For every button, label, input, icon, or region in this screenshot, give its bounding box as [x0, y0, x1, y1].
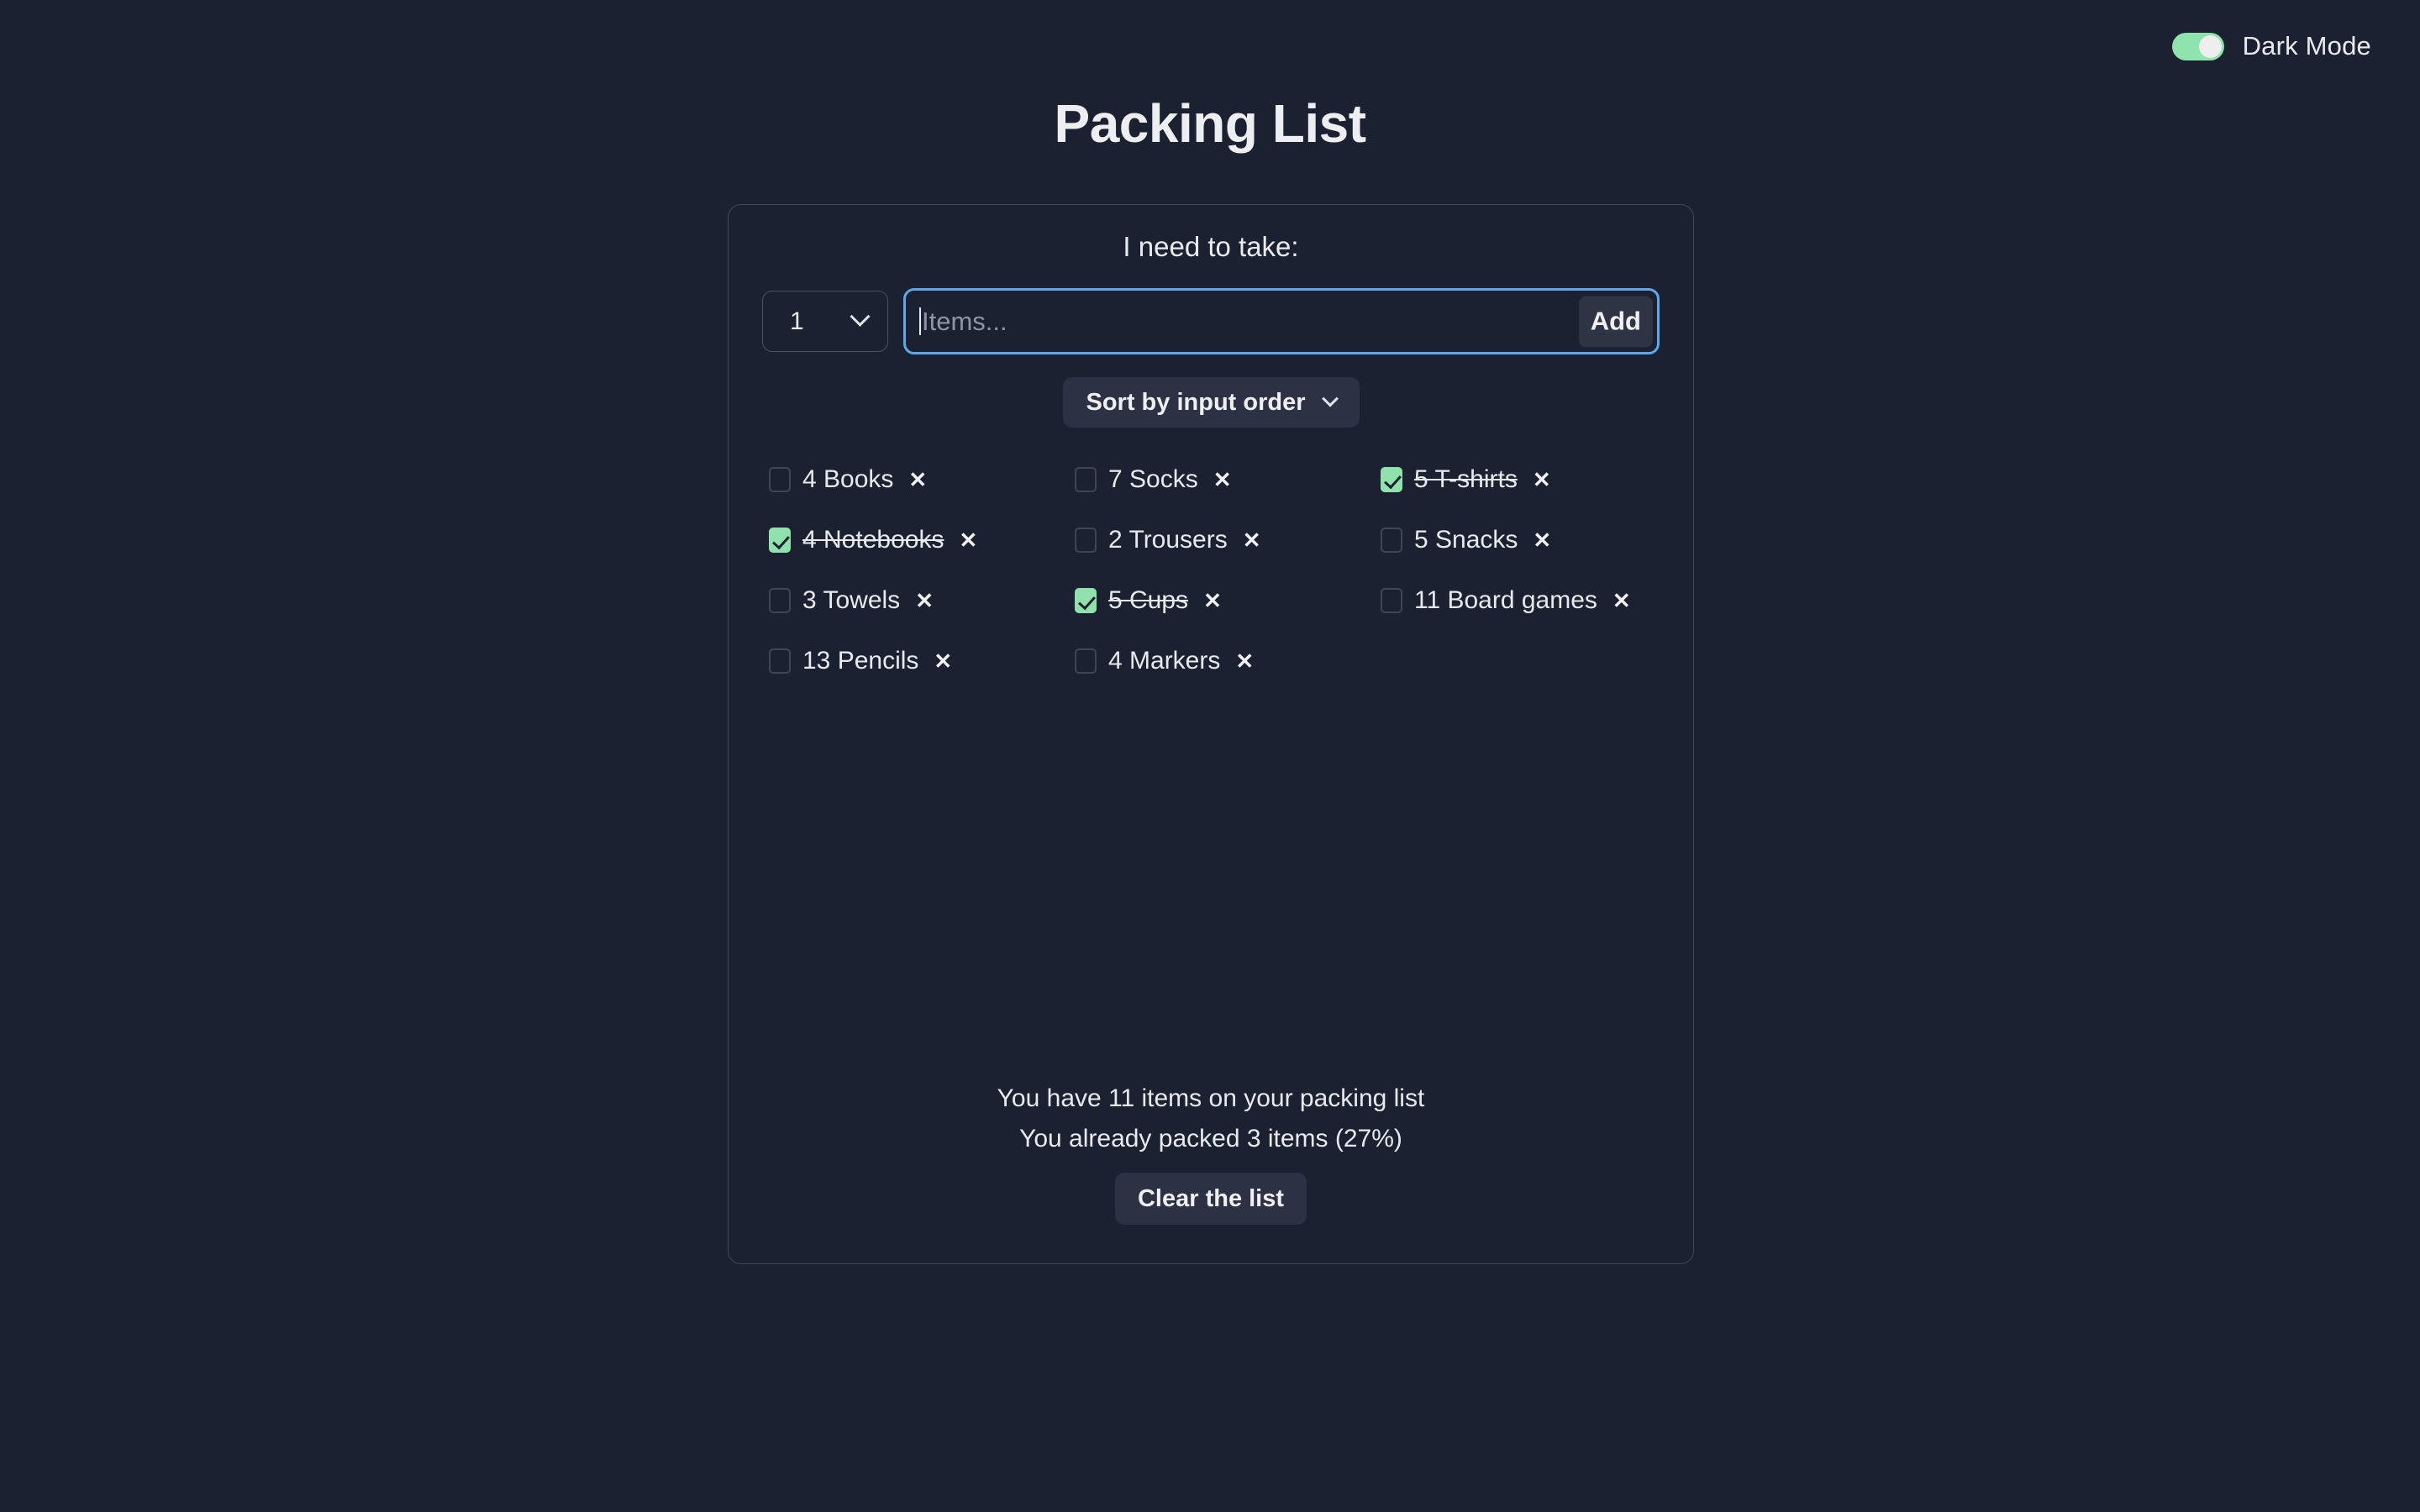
- delete-item-icon[interactable]: ✕: [1243, 529, 1261, 551]
- list-item: 11 Board games ✕: [1381, 570, 1686, 631]
- stats-total-line: You have 11 items on your packing list: [997, 1084, 1425, 1112]
- item-checkbox-checked[interactable]: [1381, 467, 1402, 492]
- item-label: 5 T-shirts: [1414, 465, 1518, 493]
- list-item: 13 Pencils ✕: [769, 631, 1075, 691]
- clear-list-button[interactable]: Clear the list: [1114, 1173, 1307, 1225]
- form-heading: I need to take:: [1123, 231, 1299, 262]
- list-item: 5 Snacks ✕: [1381, 510, 1686, 570]
- item-label: 13 Pencils: [802, 647, 919, 675]
- list-item: 5 T-shirts ✕: [1381, 449, 1686, 510]
- list-item: 3 Towels ✕: [769, 570, 1075, 631]
- item-label: 4 Markers: [1108, 647, 1221, 675]
- item-label: 5 Snacks: [1414, 526, 1518, 554]
- add-button[interactable]: Add: [1578, 296, 1653, 347]
- item-checkbox[interactable]: [1381, 588, 1402, 613]
- item-label: 4 Books: [802, 465, 894, 493]
- stats-packed-line: You already packed 3 items (27%): [1019, 1125, 1402, 1152]
- item-input-placeholder: Items...: [922, 306, 1007, 336]
- item-checkbox[interactable]: [1075, 528, 1097, 553]
- dark-mode-label: Dark Mode: [2242, 31, 2371, 60]
- list-item: 5 Cups ✕: [1075, 570, 1381, 631]
- packing-items-list: 4 Books ✕ 7 Socks ✕ 5 T-shirts ✕ 4 Notebooks ✕ 2…: [729, 449, 1693, 691]
- text-caret: [919, 307, 921, 335]
- item-label: 11 Board games: [1414, 586, 1597, 614]
- item-checkbox-checked[interactable]: [1075, 588, 1097, 613]
- dark-mode-toggle[interactable]: [2171, 32, 2224, 60]
- clear-row: Clear the list: [729, 1173, 1693, 1225]
- sort-control-row: Sort by input order: [729, 377, 1693, 428]
- add-item-form: 1 Items... Add: [729, 288, 1693, 354]
- list-item: 4 Notebooks ✕: [769, 510, 1075, 570]
- list-item: 4 Books ✕: [769, 449, 1075, 510]
- delete-item-icon[interactable]: ✕: [915, 590, 934, 612]
- item-checkbox[interactable]: [1381, 528, 1402, 553]
- chevron-down-icon: [850, 306, 871, 327]
- item-checkbox[interactable]: [769, 467, 791, 492]
- sort-label: Sort by input order: [1086, 388, 1306, 416]
- list-item: 4 Markers ✕: [1075, 631, 1381, 691]
- page-title: Packing List: [1054, 93, 1367, 154]
- stats-block: You have 11 items on your packing list Y…: [729, 1079, 1693, 1159]
- toggle-knob-icon: [2198, 34, 2222, 58]
- item-label: 7 Socks: [1108, 465, 1198, 493]
- quantity-value: 1: [790, 307, 804, 335]
- list-item: 7 Socks ✕: [1075, 449, 1381, 510]
- dark-mode-control: Dark Mode: [2171, 0, 2420, 92]
- delete-item-icon[interactable]: ✕: [1533, 469, 1551, 491]
- item-label: 2 Trousers: [1108, 526, 1228, 554]
- delete-item-icon[interactable]: ✕: [1235, 650, 1254, 672]
- item-name-input[interactable]: Items... Add: [903, 288, 1660, 354]
- item-label: 3 Towels: [802, 586, 901, 614]
- item-checkbox[interactable]: [769, 648, 791, 674]
- delete-item-icon[interactable]: ✕: [1203, 590, 1222, 612]
- delete-item-icon[interactable]: ✕: [908, 469, 927, 491]
- packing-list-card: I need to take: 1 Items... Add Sort by i…: [728, 204, 1694, 1264]
- delete-item-icon[interactable]: ✕: [959, 529, 977, 551]
- item-label: 5 Cups: [1108, 586, 1189, 614]
- item-label: 4 Notebooks: [802, 526, 944, 554]
- item-checkbox[interactable]: [769, 588, 791, 613]
- list-item: 2 Trousers ✕: [1075, 510, 1381, 570]
- item-checkbox[interactable]: [1075, 467, 1097, 492]
- chevron-down-icon: [1321, 390, 1339, 407]
- delete-item-icon[interactable]: ✕: [1213, 469, 1232, 491]
- delete-item-icon[interactable]: ✕: [1612, 590, 1631, 612]
- quantity-select[interactable]: 1: [762, 291, 888, 352]
- item-checkbox[interactable]: [1075, 648, 1097, 674]
- item-checkbox-checked[interactable]: [769, 528, 791, 553]
- delete-item-icon[interactable]: ✕: [1533, 529, 1551, 551]
- sort-select[interactable]: Sort by input order: [1062, 377, 1360, 428]
- delete-item-icon[interactable]: ✕: [934, 650, 952, 672]
